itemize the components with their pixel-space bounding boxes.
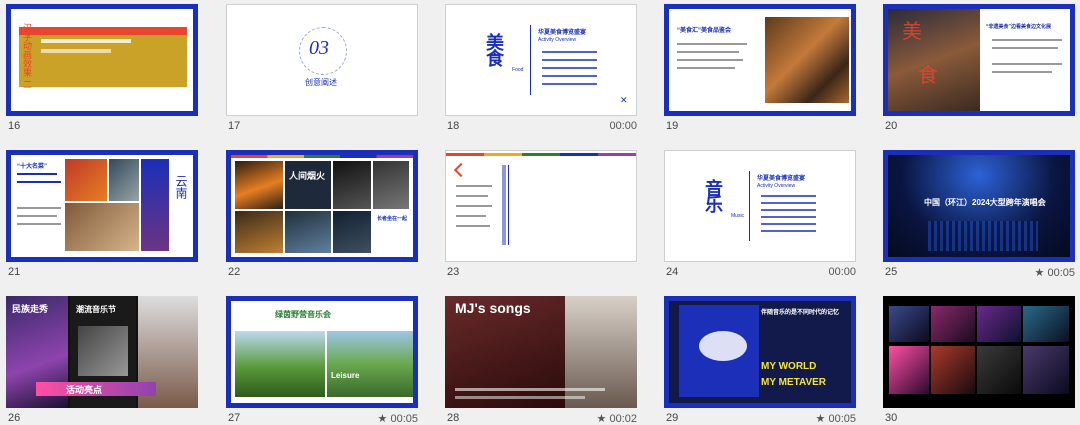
slide-thumbnail[interactable]: 绿茵野营音乐会 Leisure — [226, 296, 418, 408]
slide-thumbnail[interactable]: 中国（环江）2024大型跨年演唱会 — [883, 150, 1075, 262]
slide-timing: ★ 00:05 — [1034, 267, 1075, 279]
big-title: 美食 — [486, 33, 504, 69]
slide-thumbnail[interactable]: “十大名菜” 云南 — [6, 150, 198, 262]
slide-thumbnail[interactable]: 伴随音乐的是不同时代的记忆 MY WORLD MY METAVER — [664, 296, 856, 408]
slide-number: 21 — [8, 266, 21, 278]
slide-thumbnail[interactable]: 人间烟火 长者坐在一起 — [226, 150, 418, 262]
slide-thumbnail[interactable]: 美 食 “非遗美食”边看美食边文化展 — [883, 4, 1075, 116]
slide-number: 24 — [666, 266, 679, 278]
slide-timing: ★ 00:05 — [815, 413, 856, 425]
slide-number: 29 — [666, 412, 679, 424]
slide-thumbnail[interactable] — [883, 296, 1075, 408]
slide-heading: “美食汇”美食品鉴会 — [677, 28, 732, 34]
vertical-title: 汉字动画效果 二 — [22, 23, 32, 89]
slide-number: 17 — [228, 120, 241, 132]
slide-timing: ★ 00:05 — [377, 413, 418, 425]
slide-heading: 伴随音乐的是不同时代的记忆 — [761, 310, 840, 316]
slide-heading: “非遗美食”边看美食边文化展 — [986, 24, 1052, 30]
slide-thumbnail[interactable]: 汉字动画效果 二 — [6, 4, 198, 116]
slide-sorter-grid: 汉字动画效果 二 16 03 创意阐述 17 美食 Food 华夏美食博览盛宴 … — [0, 0, 1080, 425]
side-title: 云南 — [174, 175, 188, 199]
slide-number: 19 — [666, 120, 679, 132]
slide-number: 22 — [228, 266, 241, 278]
slide-number: 23 — [447, 266, 460, 278]
big-title: 音乐 — [705, 179, 723, 215]
slide-number: 25 — [885, 266, 898, 278]
slide-number: 20 — [885, 120, 898, 132]
slide-timing: ★ 00:02 — [596, 413, 637, 425]
slide-number: 28 — [447, 412, 460, 424]
slide-heading: 绿茵野营音乐会 — [275, 310, 331, 319]
slide-thumbnail[interactable]: 03 创意阐述 — [226, 4, 418, 116]
slide-thumbnail[interactable]: 音乐 Music 华夏美食博览盛宴 Activity Overview — [664, 150, 856, 262]
slide-heading: MJ's songs — [455, 300, 531, 316]
slide-thumbnail[interactable]: MJ's songs — [445, 296, 637, 408]
slide-heading: 人间烟火 — [289, 171, 326, 181]
slide-thumbnail[interactable]: 美食 Food 华夏美食博览盛宴 Activity Overview ✕ — [445, 4, 637, 116]
section-title: 创意阐述 — [305, 78, 337, 87]
slide-heading: 潮流音乐节 — [76, 305, 116, 314]
slide-thumbnail[interactable] — [445, 150, 637, 262]
slide-thumbnail[interactable]: 民族走秀 潮流音乐节 活动亮点 — [6, 296, 198, 408]
slide-timing: 00:00 — [828, 266, 856, 278]
slide-number: 16 — [8, 120, 21, 132]
section-number: 03 — [309, 37, 329, 59]
slide-heading: 中国（环江）2024大型跨年演唱会 — [924, 198, 1046, 207]
slide-number: 30 — [885, 412, 898, 424]
slide-number: 27 — [228, 412, 241, 424]
slide-heading: “十大名菜” — [17, 164, 48, 170]
close-icon: ✕ — [620, 95, 628, 105]
slide-timing: 00:00 — [609, 120, 637, 132]
slide-thumbnail[interactable]: “美食汇”美食品鉴会 — [664, 4, 856, 116]
slide-heading: 华夏美食博览盛宴 — [757, 176, 806, 182]
slide-number: 26 — [8, 412, 21, 424]
slide-heading: 华夏美食博览盛宴 — [538, 30, 587, 36]
slide-number: 18 — [447, 120, 460, 132]
